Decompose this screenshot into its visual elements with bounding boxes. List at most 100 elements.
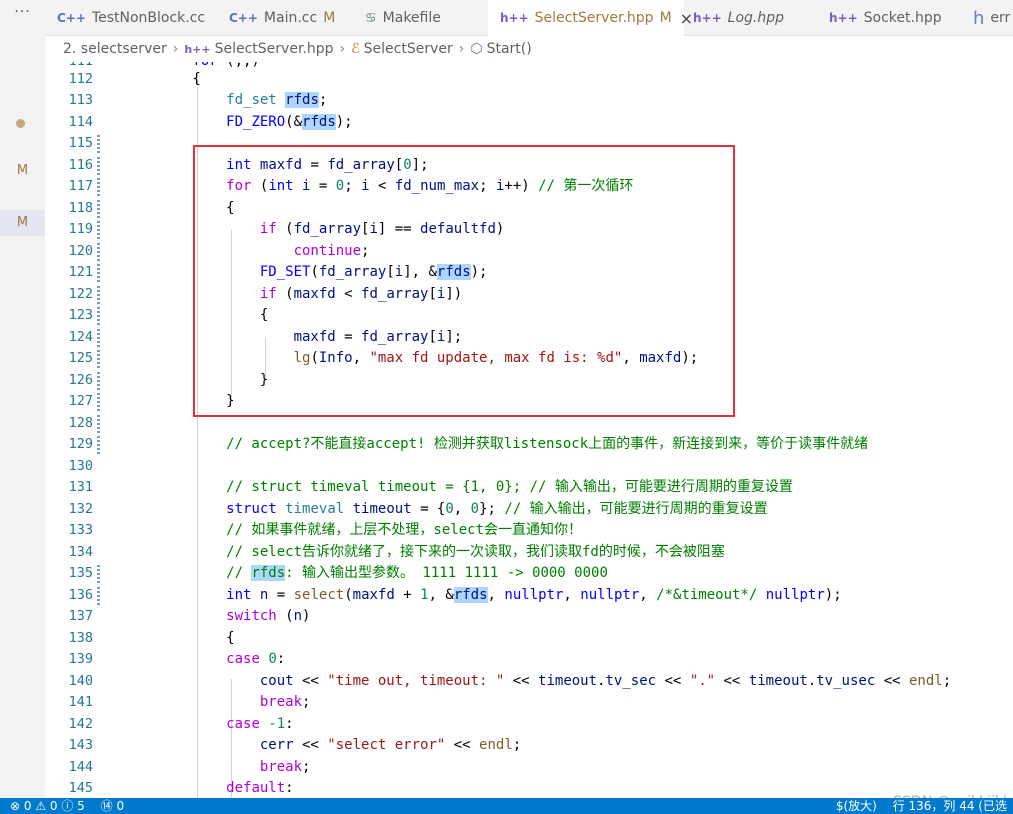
line-number: 141 xyxy=(68,694,93,710)
tab-log[interactable]: h++ Log.hpp xyxy=(693,0,784,36)
more-actions-icon[interactable]: ··· xyxy=(0,4,45,20)
tab-selectserver[interactable]: h++ SelectServer.hpp M × xyxy=(488,0,693,36)
line-number: 143 xyxy=(68,737,93,753)
code-line: 143 cerr << "select error" << endl; xyxy=(45,735,1013,757)
tab-label: Socket.hpp xyxy=(863,10,942,26)
git-change-marker xyxy=(97,200,100,218)
code-text: // 如果事件就绪，上层不处理，select会一直通知你！ xyxy=(125,522,583,538)
tab-label: SelectServer.hpp xyxy=(534,10,654,26)
line-number: 119 xyxy=(68,221,93,237)
line-number: 128 xyxy=(68,415,93,431)
code-line: 144 break; xyxy=(45,757,1013,779)
code-text: { xyxy=(125,71,201,87)
git-change-marker xyxy=(97,243,100,261)
git-change-marker xyxy=(97,372,100,390)
breadcrumb-file[interactable]: SelectServer.hpp xyxy=(215,41,334,57)
breadcrumb-folder[interactable]: 2. selectserver xyxy=(63,41,167,57)
line-number: 113 xyxy=(68,92,93,108)
tab-testnonblock[interactable]: C++ TestNonBlock.cc xyxy=(57,0,205,36)
cursor-position[interactable]: 行 136，列 44 (已选 xyxy=(887,798,1013,814)
method-icon: ⬡ xyxy=(470,41,483,57)
git-change-marker xyxy=(97,415,100,433)
modified-badge: M xyxy=(16,215,29,230)
line-number: 122 xyxy=(68,286,93,302)
tab-err[interactable]: h err xyxy=(973,0,1010,36)
code-text: cerr << "select error" << endl; xyxy=(259,737,522,753)
tab-socket[interactable]: h++ Socket.hpp xyxy=(829,0,942,36)
code-line: 133 // 如果事件就绪，上层不处理，select会一直通知你！ xyxy=(45,520,1013,542)
chevron-right-icon: › xyxy=(339,41,346,57)
code-text: fd_set rfds; xyxy=(226,92,328,108)
line-number: 139 xyxy=(68,651,93,667)
line-number: 126 xyxy=(68,372,93,388)
git-change-marker xyxy=(97,178,100,196)
annotation-highlight-box xyxy=(193,145,735,417)
line-number: 132 xyxy=(68,501,93,517)
problems-indicator[interactable]: ⊗ 0 ⚠ 0 ⓘ 5 xyxy=(4,798,91,814)
line-number: 124 xyxy=(68,329,93,345)
breadcrumb-class[interactable]: SelectServer xyxy=(364,41,453,57)
code-text: // rfds: 输入输出型参数。 1111 1111 -> 0000 0000 xyxy=(125,565,608,581)
line-number: 131 xyxy=(68,479,93,495)
code-text: break; xyxy=(259,694,311,710)
tab-makefile[interactable]: ♋ Makefile xyxy=(365,0,441,36)
code-line: 139 case 0: xyxy=(45,649,1013,671)
code-text: // struct timeval timeout = {1, 0}; // 输… xyxy=(125,479,793,495)
line-number: 144 xyxy=(68,759,93,775)
line-number: 135 xyxy=(68,565,93,581)
line-number: 136 xyxy=(68,587,93,603)
code-line: 140 cout << "time out, timeout: " << tim… xyxy=(45,671,1013,693)
git-change-marker xyxy=(97,350,100,368)
line-number: 121 xyxy=(68,264,93,280)
line-number: 133 xyxy=(68,522,93,538)
line-number: 142 xyxy=(68,716,93,732)
code-text: case -1: xyxy=(226,716,294,732)
hpp-file-icon: h++ xyxy=(693,11,722,25)
code-text: switch (n) xyxy=(226,608,311,624)
tab-label: Main.cc xyxy=(263,10,318,26)
line-number: 134 xyxy=(68,544,93,560)
code-line: 113 fd_set rfds; xyxy=(45,90,1013,112)
git-change-marker xyxy=(97,565,100,583)
git-change-marker xyxy=(97,393,100,411)
header-file-icon: h xyxy=(973,7,985,29)
cpp-file-icon: C++ xyxy=(57,11,86,25)
chevron-right-icon: › xyxy=(172,41,179,57)
breadcrumb-method[interactable]: Start() xyxy=(487,41,532,57)
line-number: 130 xyxy=(68,458,93,474)
line-number: 127 xyxy=(68,393,93,409)
modified-badge: M xyxy=(323,10,336,26)
line-number: 117 xyxy=(68,178,93,194)
line-number: 118 xyxy=(68,200,93,216)
code-line: 129 // accept?不能直接accept! 检测并获取listensoc… xyxy=(45,434,1013,456)
git-change-marker xyxy=(97,329,100,347)
line-number: 120 xyxy=(68,243,93,259)
code-text: // accept?不能直接accept! 检测并获取listensock上面的… xyxy=(125,436,869,452)
code-line: 137 switch (n) xyxy=(45,606,1013,628)
tab-main[interactable]: C++ Main.cc M xyxy=(229,0,335,36)
editor-tab-bar: C++ TestNonBlock.cc C++ Main.cc M ♋ Make… xyxy=(45,0,1013,36)
tab-label: Makefile xyxy=(382,10,441,26)
close-tab-icon[interactable]: × xyxy=(680,9,693,28)
git-change-marker xyxy=(97,135,100,153)
code-text: default: xyxy=(226,780,294,796)
unsaved-indicator-icon xyxy=(16,119,25,128)
line-number: 116 xyxy=(68,157,93,173)
line-number: 123 xyxy=(68,307,93,323)
code-text: break; xyxy=(259,759,311,775)
breadcrumb: 2. selectserver › h++ SelectServer.hpp ›… xyxy=(45,36,1013,62)
tab-label: TestNonBlock.cc xyxy=(91,10,206,26)
code-line: 136 int n = select(maxfd + 1, &rfds, nul… xyxy=(45,585,1013,607)
makefile-icon: ♋ xyxy=(365,10,377,26)
ports-indicator[interactable]: ⑭ 0 xyxy=(95,798,130,814)
code-line: 114 FD_ZERO(&rfds); xyxy=(45,112,1013,134)
code-text: case 0: xyxy=(226,651,286,667)
git-change-marker xyxy=(97,307,100,325)
code-line: 135 // rfds: 输入输出型参数。 1111 1111 -> 0000 … xyxy=(45,563,1013,585)
hpp-file-icon: h++ xyxy=(500,11,529,25)
zoom-indicator[interactable]: $(放大) xyxy=(830,798,883,814)
line-number: 140 xyxy=(68,673,93,689)
code-text: { xyxy=(125,630,235,646)
line-number: 114 xyxy=(68,114,93,130)
code-line: 141 break; xyxy=(45,692,1013,714)
